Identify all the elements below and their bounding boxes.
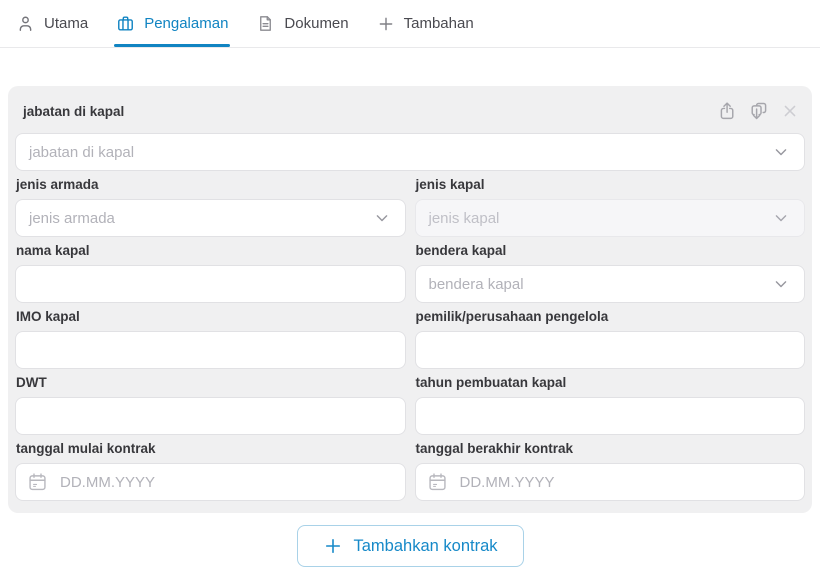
select-placeholder: jenis kapal [428, 209, 500, 227]
field-label: tahun pembuatan kapal [415, 375, 567, 390]
tab-pengalaman[interactable]: Pengalaman [114, 0, 231, 47]
field-tahun-pembuatan: tahun pembuatan kapal [414, 369, 805, 435]
add-contract-button[interactable]: Tambahkan kontrak [296, 525, 524, 567]
field-imo-kapal: IMO kapal [15, 303, 406, 369]
date-wrap [414, 463, 805, 501]
tab-label: Tambahan [403, 15, 474, 32]
field-jenis-armada: jenis armada jenis armada [15, 171, 406, 237]
card-header: jabatan di kapal [15, 96, 805, 124]
tab-label: Utama [44, 15, 89, 32]
tab-dokumen[interactable]: Dokumen [254, 0, 350, 47]
share-up-icon[interactable] [715, 98, 741, 124]
document-icon [256, 14, 275, 33]
field-label: jenis kapal [415, 177, 485, 192]
field-label: bendera kapal [415, 243, 507, 258]
imo-kapal-input[interactable] [15, 331, 406, 369]
briefcase-icon [116, 14, 135, 33]
select-placeholder: bendera kapal [428, 275, 524, 293]
pemilik-input[interactable] [414, 331, 805, 369]
date-wrap [15, 463, 406, 501]
add-contract-label: Tambahkan kontrak [353, 536, 498, 555]
field-label: jenis armada [16, 177, 99, 192]
chevron-down-icon [771, 142, 791, 162]
close-icon[interactable] [777, 98, 803, 124]
field-tanggal-berakhir: tanggal berakhir kontrak [414, 435, 805, 501]
field-bendera-kapal: bendera kapal bendera kapal [414, 237, 805, 303]
select-placeholder: jenis armada [29, 209, 115, 227]
tahun-pembuatan-input[interactable] [414, 397, 805, 435]
form-grid: jenis armada jenis armada jenis kapal je… [15, 171, 805, 501]
chevron-down-icon [372, 208, 392, 228]
plus-icon [377, 15, 395, 33]
select-placeholder: jabatan di kapal [29, 143, 135, 161]
chevron-down-icon [771, 274, 791, 294]
plus-icon [323, 536, 343, 556]
tab-label: Dokumen [284, 15, 349, 32]
dwt-input[interactable] [15, 397, 406, 435]
field-label: DWT [16, 375, 47, 390]
chevron-down-icon [771, 208, 791, 228]
tab-bar: Utama Pengalaman Dokumen Tambahan [0, 0, 820, 48]
nama-kapal-input[interactable] [15, 265, 406, 303]
tanggal-berakhir-input[interactable] [414, 463, 805, 501]
bendera-kapal-select[interactable]: bendera kapal [414, 265, 805, 303]
jenis-armada-select[interactable]: jenis armada [15, 199, 406, 237]
tab-label: Pengalaman [144, 15, 229, 32]
field-label: tanggal mulai kontrak [16, 441, 156, 456]
jabatan-di-kapal-select[interactable]: jabatan di kapal [15, 133, 805, 171]
field-label: pemilik/perusahaan pengelola [415, 309, 609, 324]
jenis-kapal-select: jenis kapal [414, 199, 805, 237]
card-actions [715, 98, 803, 124]
field-dwt: DWT [15, 369, 406, 435]
tanggal-mulai-input[interactable] [15, 463, 406, 501]
field-jenis-kapal: jenis kapal jenis kapal [414, 171, 805, 237]
field-label: tanggal berakhir kontrak [415, 441, 574, 456]
duplicate-icon[interactable] [746, 98, 772, 124]
field-pemilik: pemilik/perusahaan pengelola [414, 303, 805, 369]
card-title: jabatan di kapal [23, 103, 125, 119]
field-label: nama kapal [16, 243, 90, 258]
user-icon [16, 14, 35, 33]
field-label: IMO kapal [16, 309, 80, 324]
field-tanggal-mulai: tanggal mulai kontrak [15, 435, 406, 501]
tab-tambahan[interactable]: Tambahan [375, 0, 476, 47]
field-nama-kapal: nama kapal [15, 237, 406, 303]
tab-utama[interactable]: Utama [14, 0, 90, 47]
experience-entry-card: jabatan di kapal jabatan di kapal jenis … [8, 86, 812, 513]
